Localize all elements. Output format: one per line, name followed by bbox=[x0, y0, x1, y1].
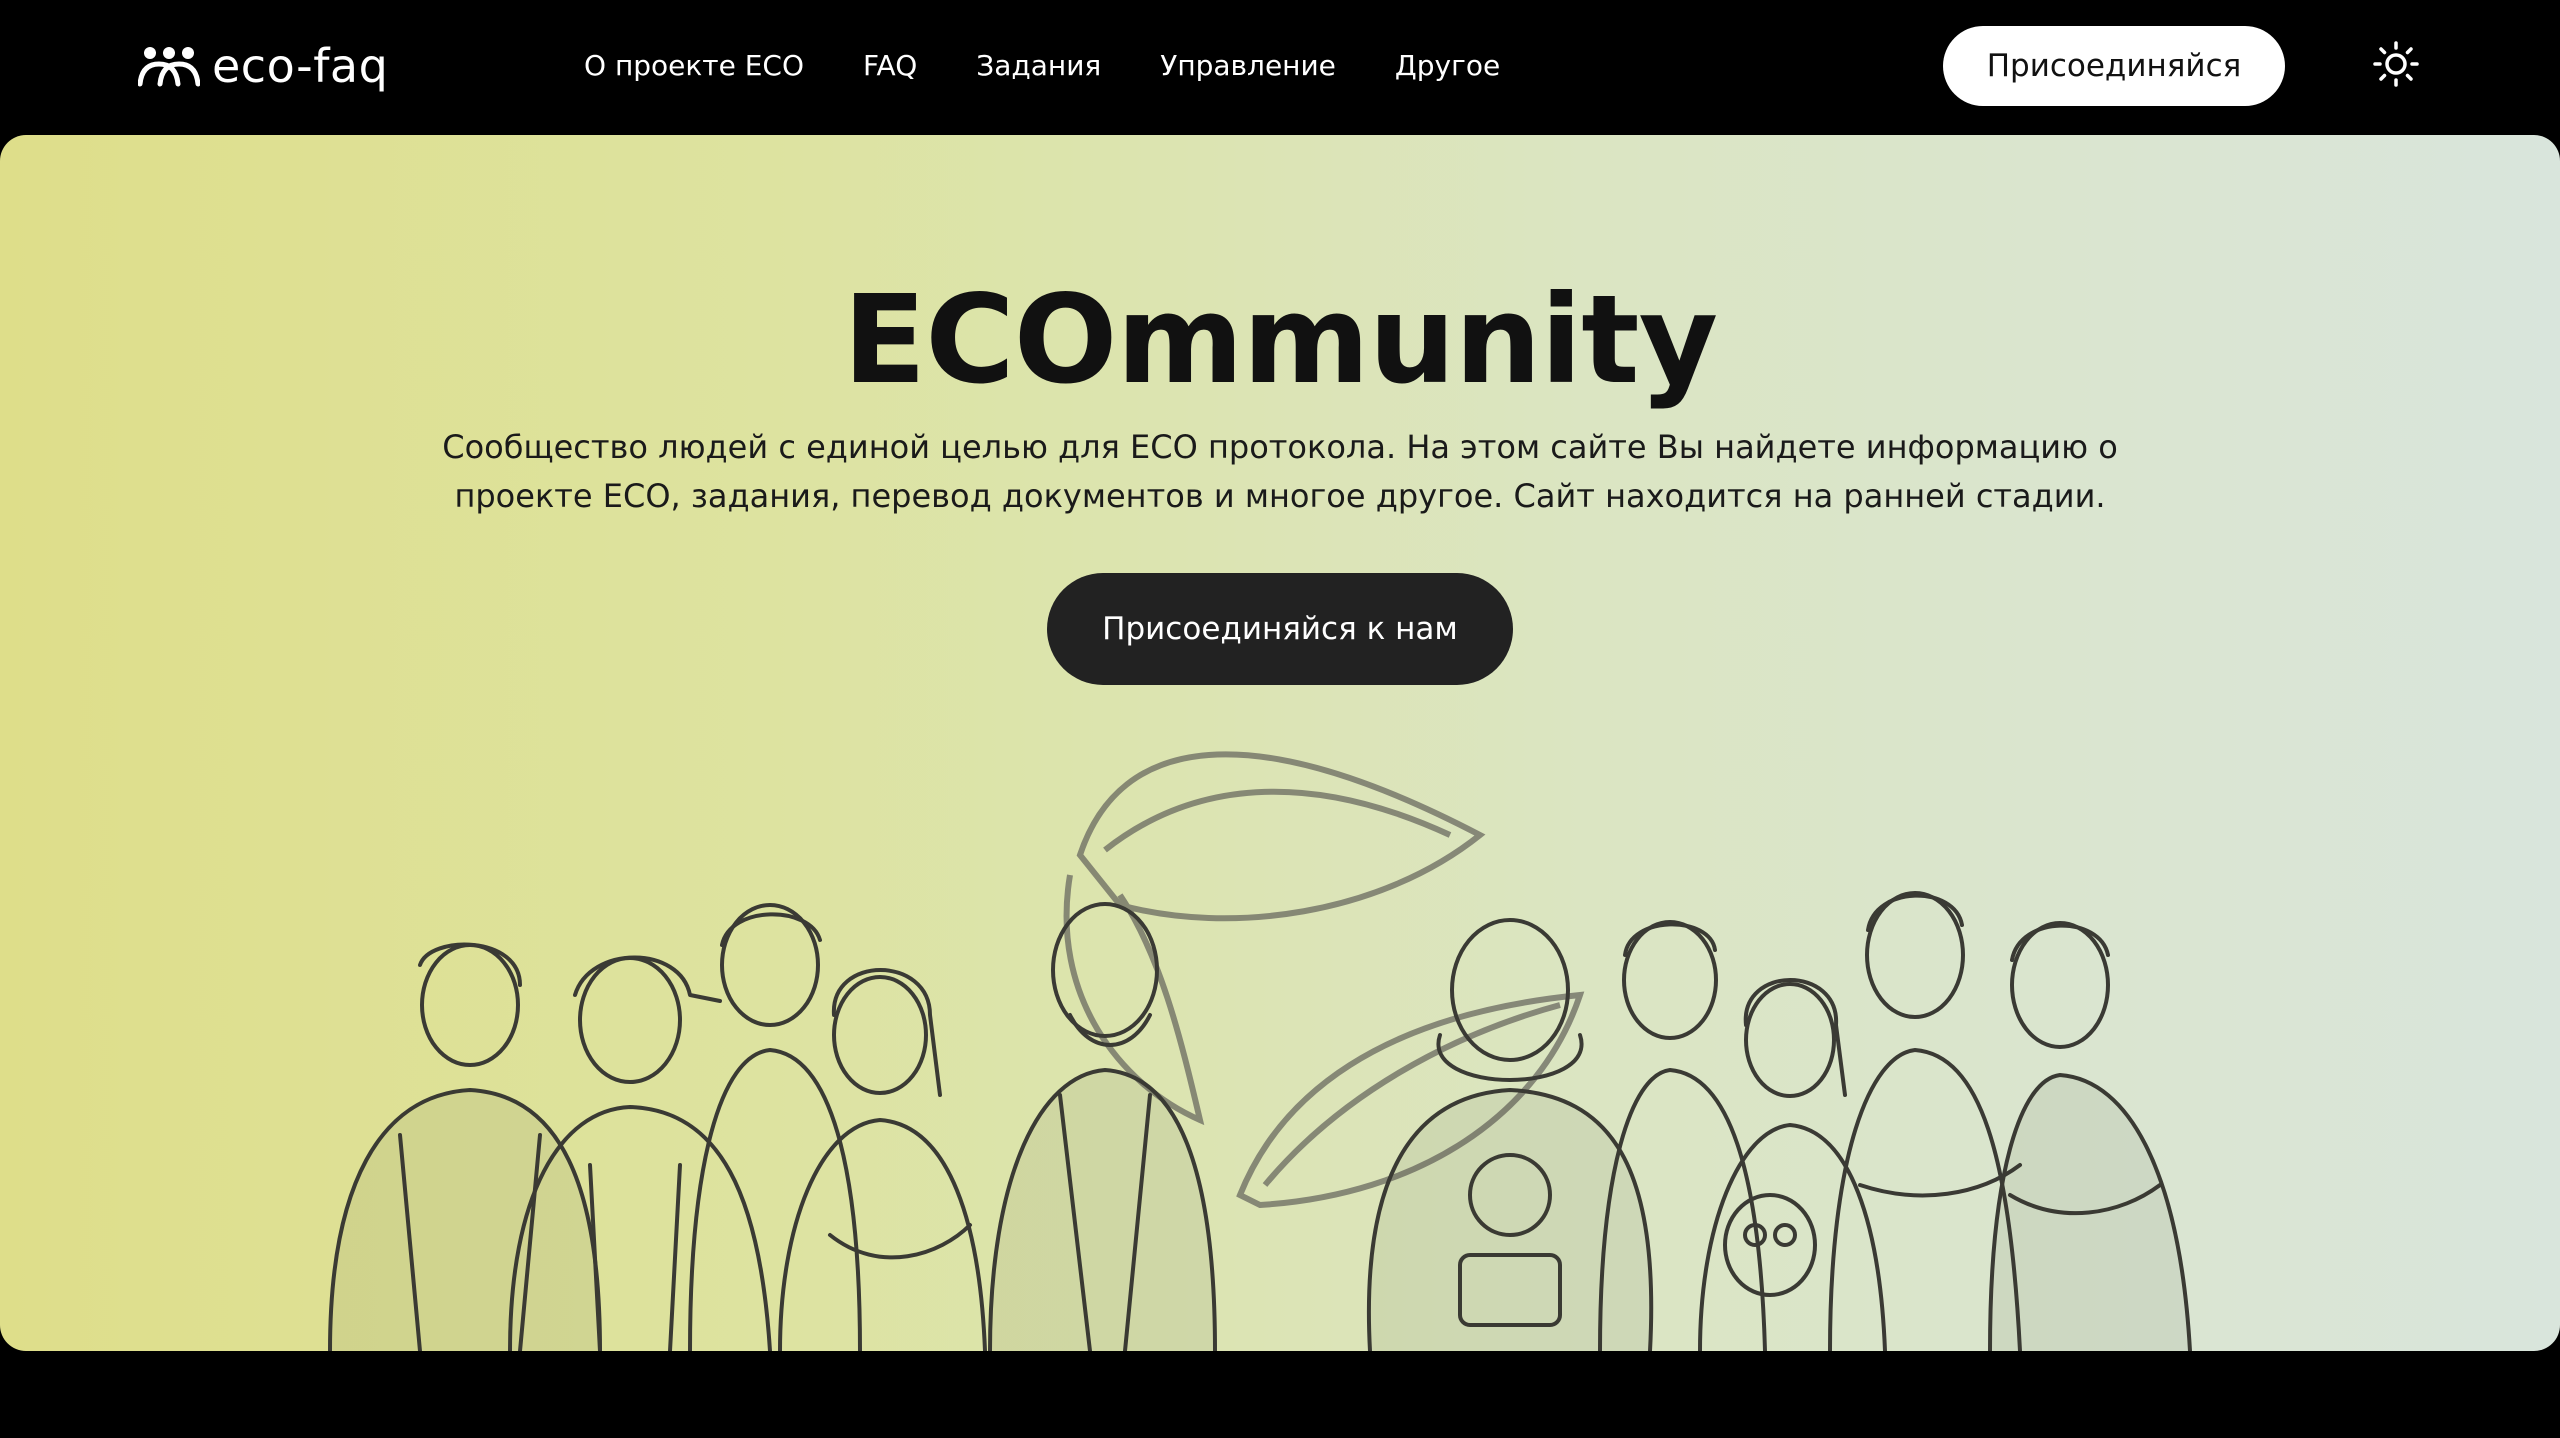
hero-description: Сообщество людей с единой целью для ECO … bbox=[442, 428, 2118, 515]
nav-item-about[interactable]: О проекте ECO bbox=[584, 44, 804, 88]
logo-text: eco-faq bbox=[212, 39, 389, 93]
hero-section: ECOmmunity Сообщество людей с единой цел… bbox=[0, 135, 2560, 1351]
theme-toggle-button[interactable] bbox=[2370, 40, 2422, 92]
nav-item-faq[interactable]: FAQ bbox=[863, 44, 917, 88]
people-group-icon bbox=[138, 44, 200, 88]
sun-icon bbox=[2372, 40, 2420, 92]
nav-item-governance[interactable]: Управление bbox=[1160, 44, 1336, 88]
hero-title: ECOmmunity bbox=[842, 269, 1718, 411]
join-button[interactable]: Присоединяйся bbox=[1943, 26, 2285, 106]
logo-link[interactable]: eco-faq bbox=[138, 36, 388, 96]
join-us-button[interactable]: Присоединяйся к нам bbox=[1047, 573, 1513, 685]
main-nav: О проекте ECO FAQ Задания Управление Дру… bbox=[584, 44, 1500, 88]
top-navigation-bar: eco-faq О проекте ECO FAQ Задания Управл… bbox=[0, 0, 2560, 134]
nav-item-tasks[interactable]: Задания bbox=[976, 44, 1101, 88]
nav-item-other[interactable]: Другое bbox=[1395, 44, 1500, 88]
